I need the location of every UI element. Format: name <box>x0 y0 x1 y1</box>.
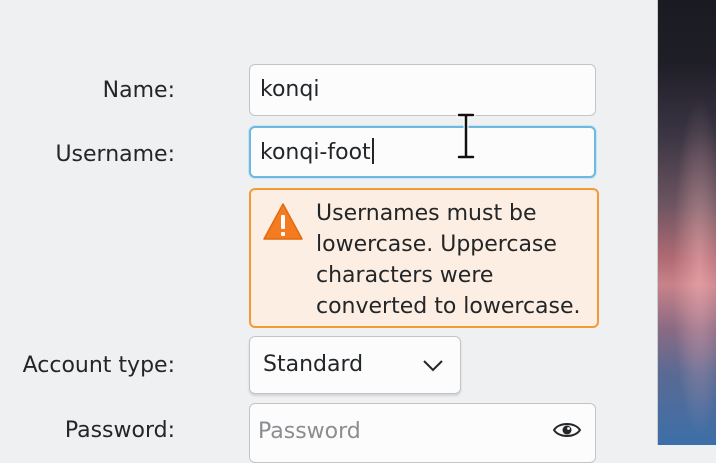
password-field[interactable]: Password <box>249 403 596 463</box>
chevron-down-icon <box>423 360 443 372</box>
username-value: konqi-foot <box>260 140 371 165</box>
username-warning-message: Usernames must be lowercase. Uppercase c… <box>249 188 599 328</box>
account-type-combobox[interactable]: Standard <box>249 336 461 394</box>
text-caret <box>371 138 374 164</box>
name-value: konqi <box>260 77 320 102</box>
desktop-wallpaper <box>657 0 716 445</box>
text-cursor-icon <box>456 112 476 160</box>
add-user-dialog: Name: konqi Username: konqi-foot Usernam… <box>0 0 657 463</box>
password-placeholder: Password <box>258 419 361 444</box>
username-field[interactable]: konqi-foot <box>249 126 596 178</box>
account-type-label: Account type: <box>22 353 175 378</box>
warning-triangle-icon <box>263 203 303 240</box>
name-label: Name: <box>102 78 175 103</box>
username-value-wrap: konqi-foot <box>260 138 374 167</box>
password-label: Password: <box>64 418 175 443</box>
username-label: Username: <box>55 142 175 167</box>
wallpaper-glow <box>658 0 716 445</box>
eye-icon[interactable] <box>553 419 581 441</box>
warning-text: Usernames must be lowercase. Uppercase c… <box>316 201 581 319</box>
name-field[interactable]: konqi <box>249 64 596 116</box>
account-type-selected: Standard <box>263 352 364 377</box>
